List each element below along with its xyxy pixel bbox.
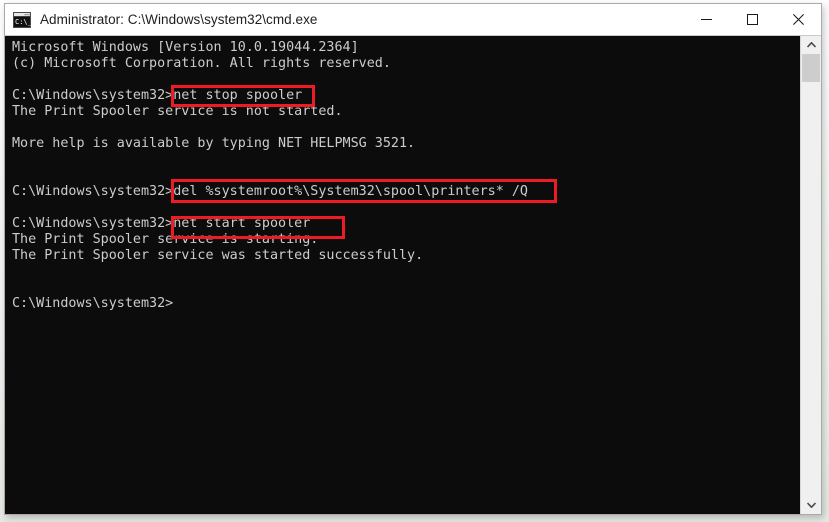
console-line: The Print Spooler service is starting. [12,232,319,247]
cmd-window: C:\_ Administrator: C:\Windows\system32\… [4,3,822,515]
console-area[interactable]: Microsoft Windows [Version 10.0.19044.23… [5,35,821,514]
console-line: The Print Spooler service was started su… [12,248,424,263]
close-icon [792,14,804,25]
vertical-scrollbar[interactable] [800,36,821,514]
maximize-icon [746,14,758,25]
chevron-down-icon [806,502,816,508]
minimize-button[interactable] [683,4,729,35]
screen: C:\_ Administrator: C:\Windows\system32\… [0,0,829,522]
console-line: C:\Windows\system32> [12,296,174,311]
console-line: C:\Windows\system32>net start spooler [12,216,311,231]
cmd-console-icon: C:\_ [13,11,33,28]
minimize-icon [700,19,712,20]
console-line: Microsoft Windows [Version 10.0.19044.23… [12,40,359,55]
close-button[interactable] [775,4,821,35]
console-line: (c) Microsoft Corporation. All rights re… [12,56,391,71]
svg-text:C:\_: C:\_ [15,18,31,26]
console-line: C:\Windows\system32>del %systemroot%\Sys… [12,184,528,199]
chevron-up-icon [806,42,816,48]
console-line: C:\Windows\system32>net stop spooler [12,88,303,103]
scrollbar-thumb[interactable] [802,54,820,82]
scroll-up-button[interactable] [801,36,821,54]
title-bar[interactable]: C:\_ Administrator: C:\Windows\system32\… [5,4,821,35]
console-line: More help is available by typing NET HEL… [12,136,416,151]
console-text-buffer[interactable]: Microsoft Windows [Version 10.0.19044.23… [5,36,800,514]
window-controls [683,4,821,35]
window-title: Administrator: C:\Windows\system32\cmd.e… [40,12,318,27]
console-line: The Print Spooler service is not started… [12,104,343,119]
scroll-down-button[interactable] [801,496,821,514]
maximize-button[interactable] [729,4,775,35]
